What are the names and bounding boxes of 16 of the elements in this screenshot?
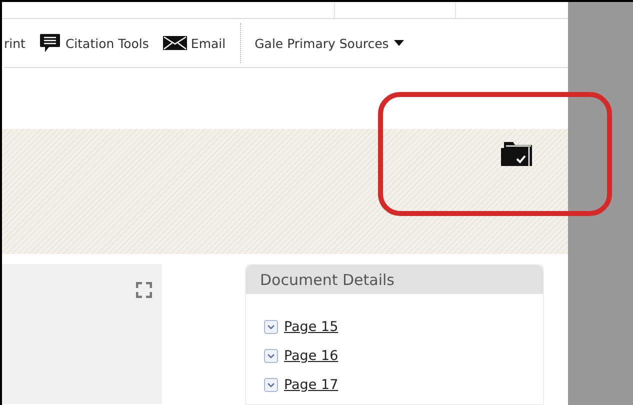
page-link[interactable]: Page 17 (284, 376, 338, 392)
comment-icon (39, 33, 62, 54)
mail-icon (162, 36, 187, 50)
page-link[interactable]: Page 15 (284, 318, 338, 334)
folder-check-icon[interactable] (500, 139, 534, 167)
expand-icon[interactable] (264, 348, 278, 362)
toolbar-link[interactable]: Citation Tools (39, 33, 149, 54)
expand-icon[interactable] (264, 378, 278, 392)
page-link[interactable]: Page 16 (284, 348, 338, 364)
toolbar-link[interactable]: rint (4, 36, 26, 51)
fullscreen-icon[interactable] (136, 282, 152, 298)
caret-icon (394, 40, 404, 46)
expand-icon[interactable] (264, 320, 278, 334)
panel-header: Document Details (246, 265, 543, 294)
toolbar-link[interactable]: Gale Primary Sources (254, 36, 404, 51)
toolbar-link[interactable]: Email (162, 36, 226, 51)
